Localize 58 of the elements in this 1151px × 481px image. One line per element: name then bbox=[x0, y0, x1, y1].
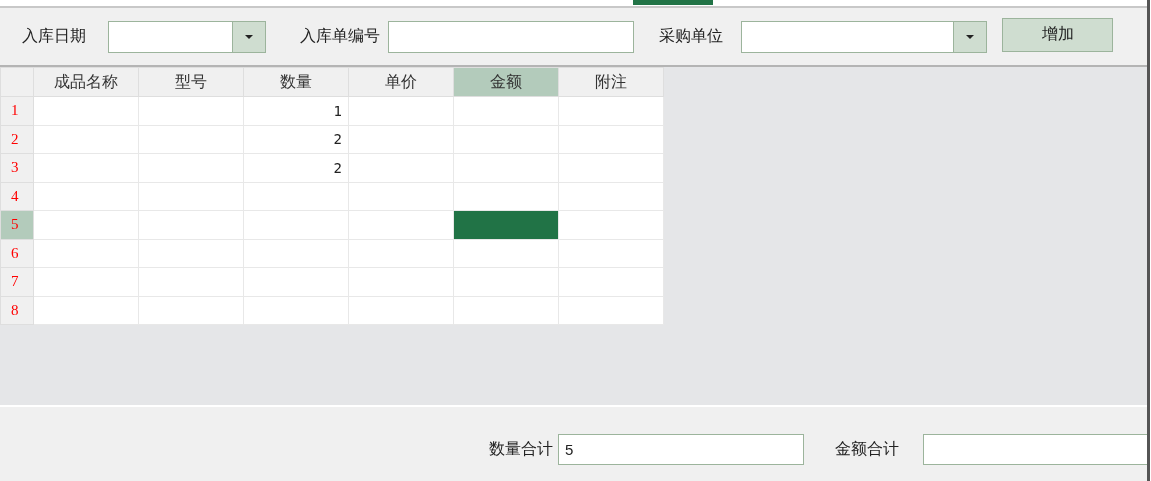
dropdown-arrow-icon[interactable] bbox=[245, 34, 253, 39]
row-number[interactable]: 7 bbox=[0, 267, 34, 296]
table-cell[interactable]: 2 bbox=[243, 125, 349, 154]
field-label: 采购单位 bbox=[659, 26, 723, 47]
table-cell[interactable] bbox=[558, 210, 664, 239]
table-cell[interactable] bbox=[453, 96, 559, 125]
table-cell[interactable]: 2 bbox=[243, 153, 349, 182]
table-cell[interactable] bbox=[558, 96, 664, 125]
total-label: 金额合计 bbox=[835, 438, 899, 460]
table-cell[interactable] bbox=[33, 125, 139, 154]
table-cell[interactable] bbox=[453, 210, 559, 239]
column-header[interactable]: 数量 bbox=[243, 67, 349, 97]
dropdown-field[interactable] bbox=[741, 20, 987, 53]
table-cell[interactable]: 1 bbox=[243, 96, 349, 125]
table-cell[interactable] bbox=[453, 182, 559, 211]
total-field[interactable] bbox=[923, 433, 1147, 465]
table-cell[interactable] bbox=[558, 239, 664, 268]
table-cell[interactable] bbox=[558, 182, 664, 211]
table-cell[interactable] bbox=[348, 239, 454, 268]
table-cell[interactable] bbox=[558, 267, 664, 296]
table-cell[interactable] bbox=[33, 210, 139, 239]
column-header[interactable]: 金额 bbox=[453, 67, 559, 97]
field-label: 入库日期 bbox=[22, 26, 86, 47]
table-cell[interactable] bbox=[138, 96, 244, 125]
table-cell[interactable] bbox=[33, 182, 139, 211]
table-cell[interactable] bbox=[348, 182, 454, 211]
table-cell[interactable] bbox=[453, 296, 559, 325]
input-field[interactable] bbox=[388, 20, 634, 53]
table-cell[interactable] bbox=[33, 239, 139, 268]
column-header[interactable]: 成品名称 bbox=[33, 67, 139, 97]
row-number[interactable]: 3 bbox=[0, 153, 34, 182]
table-cell[interactable] bbox=[348, 296, 454, 325]
dropdown-arrow-icon[interactable] bbox=[966, 34, 974, 39]
dropdown-field[interactable] bbox=[108, 20, 266, 53]
column-header[interactable]: 附注 bbox=[558, 67, 664, 97]
add-button[interactable]: 增加 bbox=[1002, 17, 1113, 52]
column-header[interactable]: 单价 bbox=[348, 67, 454, 97]
total-label: 数量合计 bbox=[489, 438, 553, 460]
table-cell[interactable] bbox=[453, 239, 559, 268]
table-cell[interactable] bbox=[33, 153, 139, 182]
row-number[interactable]: 4 bbox=[0, 182, 34, 211]
row-number[interactable]: 8 bbox=[0, 296, 34, 325]
row-number[interactable]: 6 bbox=[0, 239, 34, 268]
table-cell[interactable] bbox=[243, 296, 349, 325]
table-cell[interactable] bbox=[33, 267, 139, 296]
total-field[interactable]: 5 bbox=[558, 433, 804, 465]
table-cell[interactable] bbox=[33, 296, 139, 325]
field-label: 入库单编号 bbox=[300, 26, 380, 47]
row-number[interactable]: 1 bbox=[0, 96, 34, 125]
row-number[interactable]: 2 bbox=[0, 125, 34, 154]
table-cell[interactable] bbox=[138, 296, 244, 325]
table-cell[interactable] bbox=[558, 153, 664, 182]
column-header[interactable]: 型号 bbox=[138, 67, 244, 97]
table-cell[interactable] bbox=[348, 96, 454, 125]
table-cell[interactable] bbox=[348, 210, 454, 239]
table-cell[interactable] bbox=[558, 296, 664, 325]
table-cell[interactable] bbox=[33, 96, 139, 125]
table-cell[interactable] bbox=[558, 125, 664, 154]
